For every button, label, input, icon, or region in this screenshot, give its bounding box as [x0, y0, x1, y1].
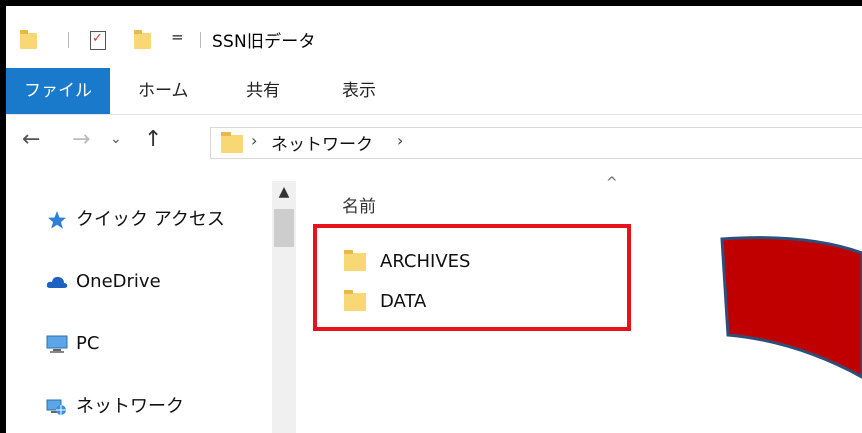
- nav-label: クイック アクセス: [76, 209, 225, 230]
- new-folder-icon[interactable]: [134, 30, 151, 49]
- annotation-arrow-icon: [720, 236, 862, 379]
- customize-quick-access-icon[interactable]: =: [171, 28, 184, 46]
- divider: [200, 32, 201, 48]
- nav-label: ネットワーク: [76, 396, 184, 417]
- folder-icon: [20, 30, 37, 49]
- column-header-name[interactable]: 名前: [342, 192, 376, 217]
- network-icon: [46, 399, 66, 415]
- file-list-pane: ^ 名前 ARCHIVES DATA: [306, 171, 862, 433]
- recent-locations-chevron-icon[interactable]: ⌄: [110, 131, 122, 147]
- tab-share[interactable]: 共有: [246, 68, 280, 114]
- computer-icon: [46, 335, 68, 353]
- breadcrumb-network[interactable]: ネットワーク: [271, 130, 373, 155]
- nav-scrollbar[interactable]: ▲: [272, 181, 296, 433]
- tab-file[interactable]: ファイル: [6, 68, 110, 114]
- star-pin-icon: [48, 211, 66, 229]
- ribbon-tabs: ファイル ホーム 共有 表示: [6, 68, 862, 115]
- window-title: SSN旧データ: [212, 32, 316, 52]
- tab-view[interactable]: 表示: [342, 68, 376, 114]
- cloud-icon: [46, 276, 68, 288]
- scroll-up-arrow-icon[interactable]: ▲: [272, 181, 296, 203]
- divider: [68, 32, 69, 48]
- forward-arrow-icon[interactable]: →: [72, 127, 90, 152]
- sort-ascending-icon: ^: [606, 175, 618, 191]
- explorer-window: = SSN旧データ ファイル ホーム 共有 表示 ← → ⌄ ↑ › ネットワー…: [6, 6, 862, 433]
- chevron-right-icon[interactable]: ›: [397, 131, 403, 150]
- chevron-right-icon[interactable]: ›: [251, 131, 257, 150]
- back-arrow-icon[interactable]: ←: [22, 127, 40, 152]
- properties-icon[interactable]: [90, 31, 106, 50]
- address-bar-row: ← → ⌄ ↑ › ネットワーク ›: [6, 115, 862, 169]
- title-bar: = SSN旧データ: [6, 6, 862, 68]
- up-arrow-icon[interactable]: ↑: [144, 127, 162, 152]
- nav-label: PC: [76, 333, 100, 354]
- address-box[interactable]: › ネットワーク ›: [210, 127, 862, 159]
- nav-label: OneDrive: [76, 271, 161, 292]
- tab-home[interactable]: ホーム: [138, 68, 189, 114]
- folder-icon: [221, 132, 243, 153]
- highlight-box: [313, 224, 631, 331]
- scroll-thumb[interactable]: [274, 209, 294, 247]
- navigation-pane: クイック アクセス OneDrive PC ネットワーク ▲: [6, 171, 306, 433]
